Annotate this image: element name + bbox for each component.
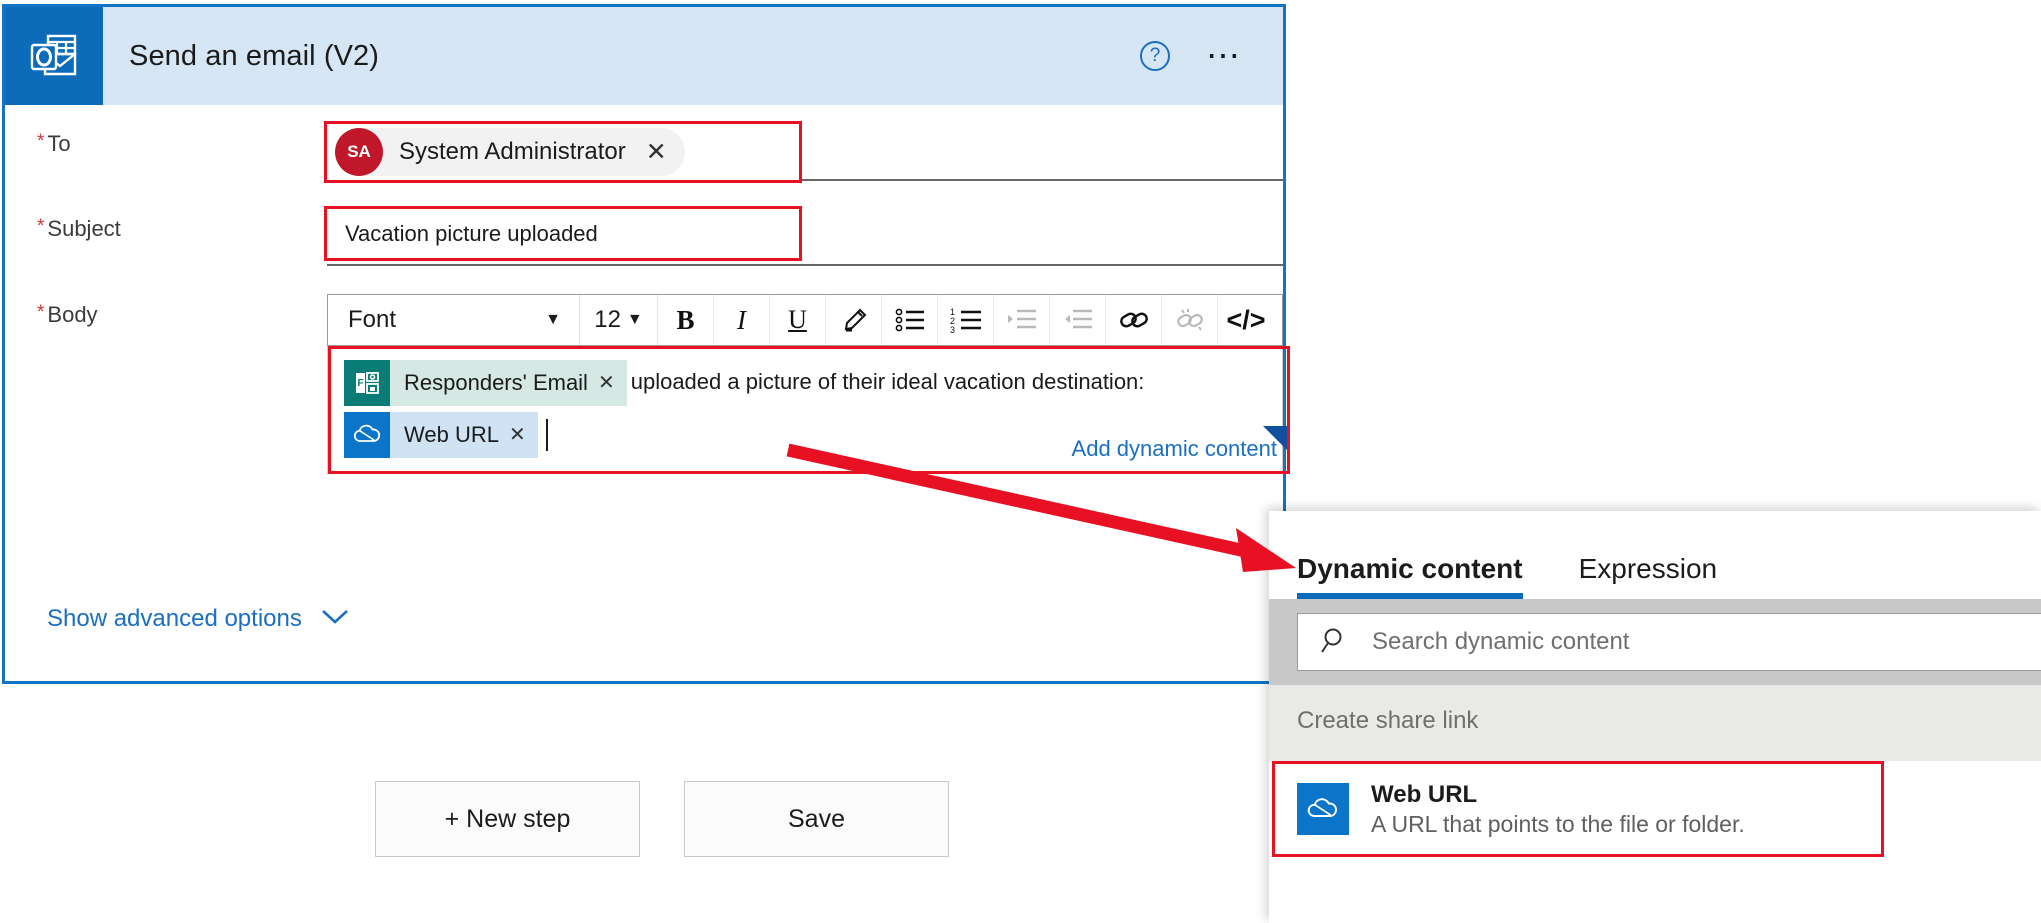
underline-button[interactable]: U [770, 295, 826, 345]
required-asterisk: * [37, 216, 44, 237]
recipient-name: System Administrator [399, 138, 626, 166]
dynamic-content-item-texts: Web URL A URL that points to the file or… [1371, 781, 1745, 838]
card-title: Send an email (V2) [129, 40, 379, 73]
search-icon [1320, 625, 1350, 660]
dynamic-content-item-description: A URL that points to the file or folder. [1371, 811, 1745, 838]
to-highlight-box: SA System Administrator ✕ [324, 121, 802, 183]
subject-label: *Subject [5, 208, 327, 266]
onedrive-icon [344, 412, 390, 458]
tab-expression[interactable]: Expression [1579, 553, 1718, 599]
show-advanced-options-label: Show advanced options [47, 605, 302, 633]
search-band: Search dynamic content [1269, 599, 2041, 685]
body-label: *Body [5, 294, 327, 474]
dynamic-content-group-header: Create share link [1269, 685, 2041, 761]
token-label: Responders' Email [390, 357, 598, 409]
body-static-text: uploaded a picture of their ideal vacati… [631, 369, 1145, 394]
remove-recipient-icon[interactable]: ✕ [646, 137, 677, 167]
dynamic-token-web-url[interactable]: Web URL ✕ [344, 412, 538, 458]
screen: Send an email (V2) ? ⋯ *To SA System Adm… [0, 0, 2041, 923]
code-view-button[interactable]: </> [1218, 295, 1274, 345]
text-cursor [546, 419, 548, 451]
search-placeholder: Search dynamic content [1372, 628, 1629, 656]
link-icon[interactable] [1106, 295, 1162, 345]
dynamic-content-item-web-url[interactable]: Web URL A URL that points to the file or… [1269, 761, 2041, 857]
to-label: *To [5, 123, 327, 181]
numbered-list-icon[interactable]: 1 2 3 [938, 295, 994, 345]
required-asterisk: * [37, 302, 44, 323]
chevron-down-icon: ▼ [545, 311, 561, 329]
font-family-dropdown[interactable]: Font ▼ [328, 295, 580, 345]
dynamic-content-item-title: Web URL [1371, 781, 1745, 809]
save-button[interactable]: Save [684, 781, 949, 857]
more-options-icon[interactable]: ⋯ [1206, 49, 1243, 63]
chevron-down-icon [320, 605, 350, 633]
outlook-icon [5, 7, 103, 105]
onedrive-icon [1297, 783, 1349, 835]
font-size-value: 12 [594, 306, 621, 334]
panel-tabs: Dynamic content Expression [1269, 511, 2041, 599]
svg-text:F: F [358, 378, 364, 389]
font-size-dropdown[interactable]: 12 ▼ [580, 295, 658, 345]
avatar: SA [335, 128, 383, 176]
dynamic-token-responders-email[interactable]: F Responders' Email ✕ [344, 360, 627, 406]
bold-button[interactable]: B [658, 295, 714, 345]
show-advanced-options-toggle[interactable]: Show advanced options [47, 605, 350, 633]
to-field[interactable]: SA System Administrator ✕ [327, 123, 1283, 181]
to-row: *To SA System Administrator ✕ [5, 123, 1283, 181]
tab-dynamic-content[interactable]: Dynamic content [1297, 553, 1523, 599]
subject-input[interactable]: Vacation picture uploaded [327, 221, 598, 247]
unlink-icon[interactable] [1162, 295, 1218, 345]
bulleted-list-icon[interactable] [882, 295, 938, 345]
send-email-action-card: Send an email (V2) ? ⋯ *To SA System Adm… [2, 4, 1286, 684]
remove-token-icon[interactable]: ✕ [598, 357, 627, 409]
token-label: Web URL [390, 409, 509, 461]
body-editor: Font ▼ 12 ▼ B I U [327, 294, 1283, 474]
italic-button[interactable]: I [714, 295, 770, 345]
card-header: Send an email (V2) ? ⋯ [5, 7, 1283, 105]
subject-field[interactable]: Vacation picture uploaded [327, 208, 1283, 266]
card-header-actions: ? ⋯ [1140, 41, 1283, 71]
search-dynamic-content-input[interactable]: Search dynamic content [1297, 613, 2041, 671]
body-row: *Body Font ▼ 12 ▼ B I U [5, 294, 1283, 474]
indent-decrease-icon[interactable] [1050, 295, 1106, 345]
add-dynamic-content-link[interactable]: Add dynamic content [1072, 436, 1277, 462]
recipient-chip[interactable]: SA System Administrator ✕ [335, 128, 685, 176]
indent-increase-icon[interactable] [994, 295, 1050, 345]
action-buttons: + New step Save [375, 781, 949, 857]
subject-row: *Subject Vacation picture uploaded [5, 208, 1283, 266]
svg-text:3: 3 [950, 325, 955, 333]
subject-highlight-box: Vacation picture uploaded [324, 206, 802, 261]
font-family-value: Font [348, 306, 396, 334]
remove-token-icon[interactable]: ✕ [509, 409, 538, 461]
action-form: *To SA System Administrator ✕ *Subject [5, 105, 1283, 474]
required-asterisk: * [37, 131, 44, 152]
chevron-down-icon: ▼ [627, 311, 643, 329]
help-icon[interactable]: ? [1140, 41, 1170, 71]
new-step-button[interactable]: + New step [375, 781, 640, 857]
highlighter-icon[interactable] [826, 295, 882, 345]
microsoft-forms-icon: F [344, 360, 390, 406]
editor-toolbar: Font ▼ 12 ▼ B I U [327, 294, 1283, 346]
dynamic-content-panel: Dynamic content Expression Search dynami… [1269, 511, 2041, 923]
